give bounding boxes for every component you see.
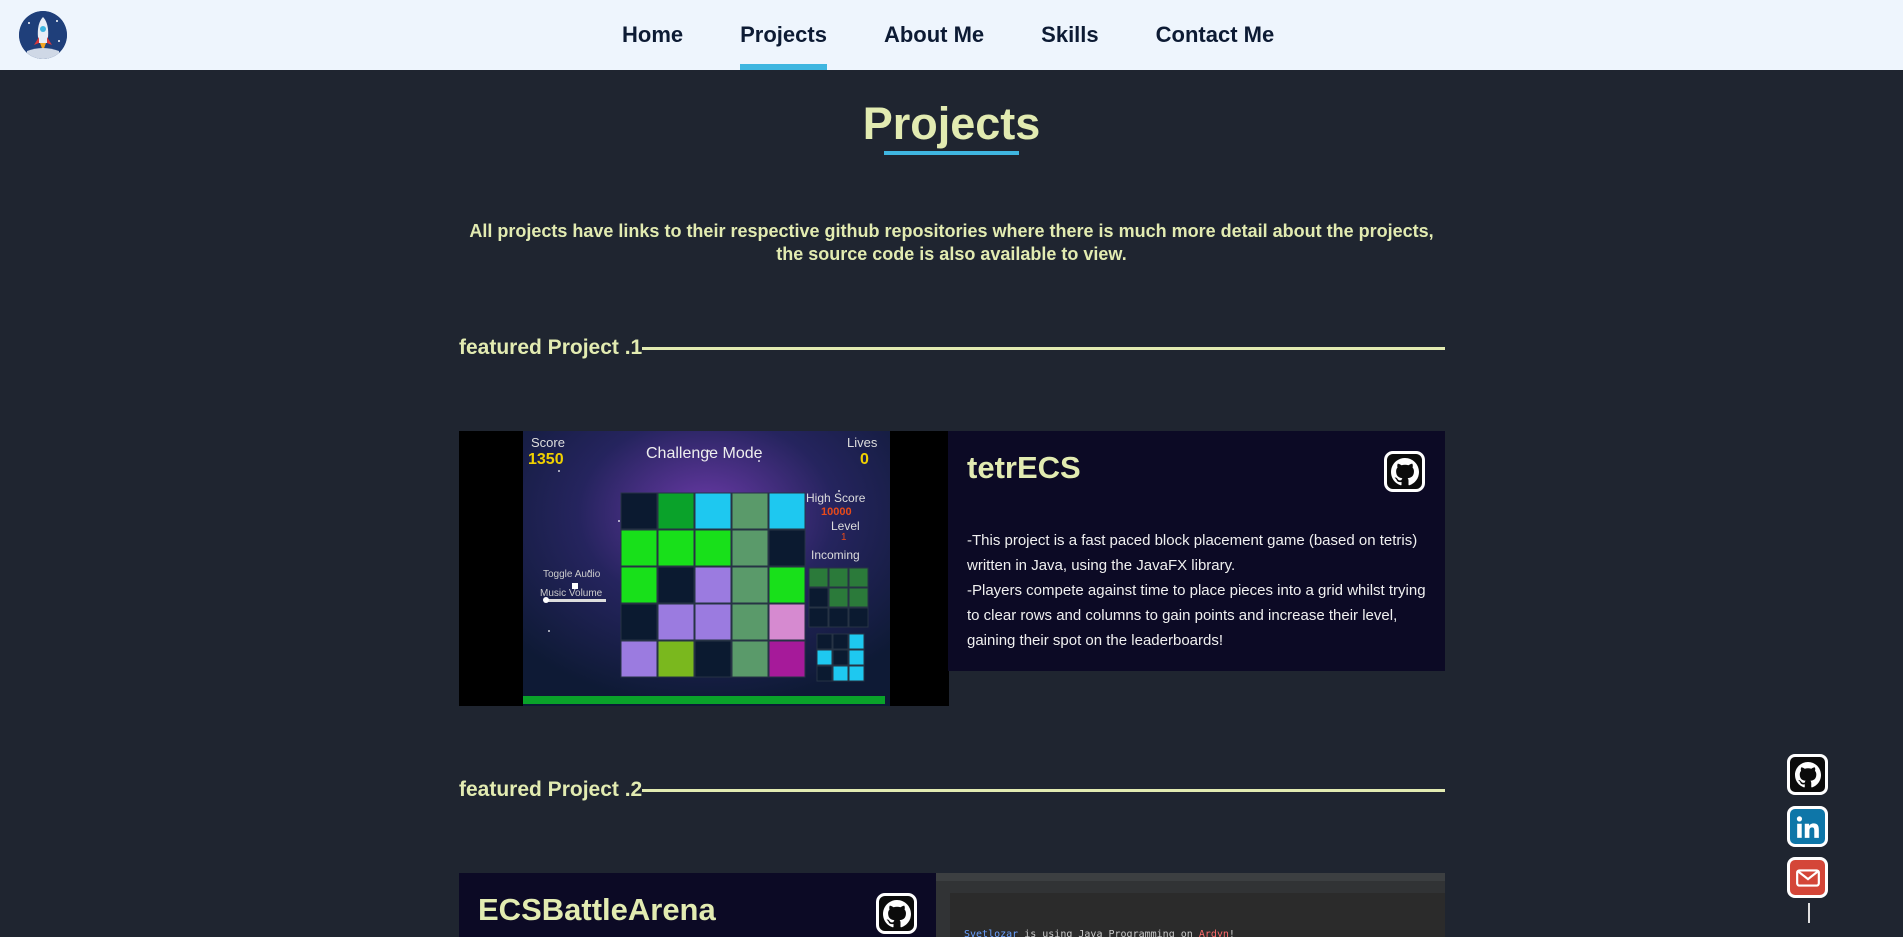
email-icon	[1795, 868, 1820, 887]
shot-score-label: Score	[531, 435, 565, 450]
shot-lives: 0	[860, 451, 869, 468]
shot-high-score: 10000	[821, 506, 852, 518]
nav-home[interactable]: Home	[622, 0, 683, 70]
shot-level-label: Level	[831, 519, 860, 533]
shot-incoming-label: Incoming	[811, 548, 860, 562]
project-1-card: tetrECS -This project is a fast paced bl…	[948, 431, 1445, 671]
section-label: featured Project .2	[459, 778, 643, 801]
social-github-link[interactable]	[1787, 754, 1828, 795]
github-icon	[882, 899, 911, 927]
social-email-link[interactable]	[1787, 857, 1828, 898]
nav-links: Home Projects About Me Skills Contact Me	[622, 0, 1331, 70]
shot-lives-label: Lives	[847, 435, 878, 450]
shot-level: 1	[841, 532, 847, 543]
console-text: is using Java Programming on	[1018, 929, 1199, 937]
nav-projects-label: Projects	[740, 22, 827, 47]
shot-mode: Challenge Mode	[646, 445, 763, 462]
section-divider	[642, 788, 1445, 792]
project-1-desc-2: -Players compete against time to place p…	[967, 582, 1426, 649]
shot-music-volume: Music Volume	[540, 588, 603, 599]
console-user: Svetlozar	[964, 929, 1019, 937]
top-nav: Home Projects About Me Skills Contact Me	[0, 0, 1903, 70]
intro-text: All projects have links to their respect…	[469, 221, 1434, 264]
project-2-github-link[interactable]	[876, 893, 917, 934]
github-icon	[1390, 457, 1419, 485]
ide-console-line: Svetlozar is using Java Programming on A…	[964, 929, 1235, 937]
project-1-description: -This project is a fast paced block plac…	[967, 528, 1429, 653]
section-divider	[642, 346, 1445, 350]
social-linkedin-link[interactable]	[1787, 806, 1828, 847]
social-divider-line	[1808, 903, 1810, 923]
ide-gutter	[936, 893, 950, 937]
project-1-desc-1: -This project is a fast paced block plac…	[967, 532, 1418, 574]
nav-skills-label: Skills	[1041, 22, 1099, 47]
nav-projects[interactable]: Projects	[740, 0, 827, 70]
console-place: Ardyn	[1198, 929, 1229, 937]
shot-toggle-audio: Toggle Audio	[543, 569, 601, 580]
project-2-title: ECSBattleArena	[478, 892, 716, 927]
project-2-screenshot: Svetlozar is using Java Programming on A…	[936, 873, 1445, 937]
rocket-logo-icon[interactable]	[19, 11, 67, 59]
nav-about-me[interactable]: About Me	[884, 0, 984, 70]
title-underline	[884, 151, 1019, 155]
nav-skills[interactable]: Skills	[1041, 0, 1098, 70]
project-1-title: tetrECS	[967, 450, 1081, 485]
linkedin-icon	[1796, 815, 1819, 838]
project-1-github-link[interactable]	[1384, 451, 1425, 492]
nav-contact-me-label: Contact Me	[1155, 22, 1275, 47]
section-label: featured Project .1	[459, 336, 643, 359]
github-icon	[1794, 761, 1821, 787]
project-2-card: ECSBattleArena	[459, 873, 937, 937]
ide-menubar	[936, 873, 1445, 881]
nav-contact-me[interactable]: Contact Me	[1156, 0, 1275, 70]
section-header-project-2: featured Project .2	[459, 777, 1445, 803]
ide-tabs	[936, 881, 1445, 893]
project-1-screenshot: Score 1350 Challenge Mode Lives 0 High S…	[459, 431, 949, 706]
nav-about-me-label: About Me	[883, 22, 985, 47]
nav-home-label: Home	[622, 22, 684, 47]
page-title: Projects	[862, 98, 1041, 149]
console-end: !	[1228, 929, 1235, 937]
shot-high-score-label: High Score	[806, 491, 866, 505]
section-header-project-1: featured Project .1	[459, 335, 1445, 361]
shot-score: 1350	[528, 451, 564, 468]
